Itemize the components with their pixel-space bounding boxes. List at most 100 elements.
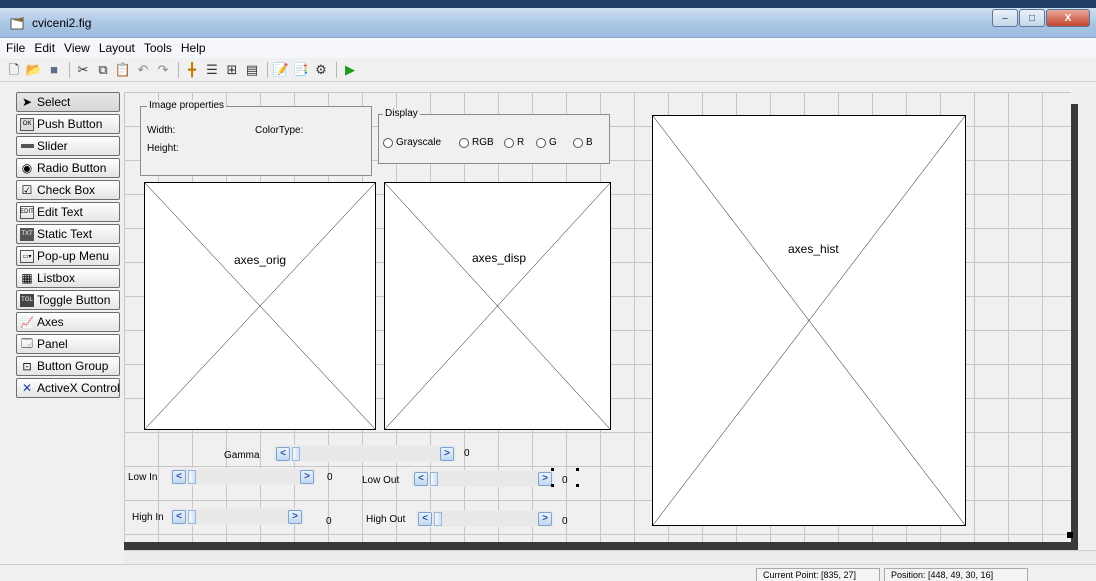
radio-b[interactable]: B: [573, 137, 593, 148]
palette-select[interactable]: ➤ Select: [16, 92, 120, 112]
menu-editor-icon[interactable]: ☰: [204, 62, 220, 78]
slider-thumb[interactable]: [292, 447, 300, 461]
listbox-icon: ▦: [21, 271, 33, 285]
tab-order-icon[interactable]: ⊞: [224, 62, 240, 78]
toolbar-separator: [178, 61, 179, 78]
image-properties-panel[interactable]: Image properties Width: ColorType: Heigh…: [140, 100, 372, 176]
chevron-right-icon[interactable]: >: [300, 470, 314, 484]
chevron-left-icon[interactable]: <: [172, 510, 186, 524]
paste-icon[interactable]: 📋: [115, 62, 131, 78]
menu-file[interactable]: File: [6, 41, 25, 55]
low-in-value: 0: [327, 472, 333, 483]
low-out-slider[interactable]: < >: [412, 470, 554, 487]
axes-disp[interactable]: axes_disp: [384, 182, 611, 430]
run-icon[interactable]: ▶: [342, 62, 358, 78]
palette-activex-control[interactable]: ✕ ActiveX Control: [16, 378, 120, 398]
chevron-right-icon[interactable]: >: [288, 510, 302, 524]
property-inspector-icon[interactable]: 📑: [293, 62, 309, 78]
selection-handle[interactable]: [576, 484, 579, 487]
palette-radio-button[interactable]: ◉ Radio Button: [16, 158, 120, 178]
chevron-left-icon[interactable]: <: [414, 472, 428, 486]
radio-rgb[interactable]: RGB: [459, 137, 494, 148]
low-in-slider[interactable]: < >: [170, 468, 316, 485]
high-in-value: 0: [326, 516, 332, 527]
chevron-right-icon[interactable]: >: [440, 447, 454, 461]
menu-bar: File Edit View Layout Tools Help: [0, 38, 1096, 58]
position-field: Position: [448, 49, 30, 16]: [884, 568, 1028, 581]
slider-thumb[interactable]: [430, 472, 438, 486]
palette-label: Listbox: [37, 271, 76, 285]
palette-check-box[interactable]: ☑ Check Box: [16, 180, 120, 200]
palette-label: Axes: [37, 315, 64, 329]
palette-slider[interactable]: Slider: [16, 136, 120, 156]
undo-icon[interactable]: ↶: [135, 62, 151, 78]
radio-label: G: [549, 137, 557, 148]
menu-edit[interactable]: Edit: [34, 41, 55, 55]
save-icon[interactable]: ■: [46, 62, 62, 78]
minimize-button[interactable]: –: [992, 9, 1018, 27]
slider-thumb[interactable]: [188, 470, 196, 484]
radio-r[interactable]: R: [504, 137, 524, 148]
copy-icon[interactable]: ⧉: [95, 62, 111, 78]
align-objects-icon[interactable]: ╋: [184, 62, 200, 78]
m-file-editor-icon[interactable]: 📝: [273, 62, 289, 78]
chevron-left-icon[interactable]: <: [276, 447, 290, 461]
radio-g[interactable]: G: [536, 137, 557, 148]
placeholder-cross: [145, 183, 375, 429]
toggle-button-icon: TGL: [20, 293, 34, 307]
palette-static-text[interactable]: TXT Static Text: [16, 224, 120, 244]
static-text-icon: TXT: [20, 227, 34, 241]
gamma-slider[interactable]: < >: [274, 445, 456, 462]
menu-layout[interactable]: Layout: [99, 41, 135, 55]
open-folder-icon[interactable]: 📂: [26, 62, 42, 78]
chevron-left-icon[interactable]: <: [172, 470, 186, 484]
high-out-slider[interactable]: < >: [416, 510, 554, 527]
slider-thumb[interactable]: [188, 510, 196, 524]
redo-icon[interactable]: ↷: [155, 62, 171, 78]
palette-toggle-button[interactable]: TGL Toggle Button: [16, 290, 120, 310]
push-button-icon: OK: [20, 117, 34, 131]
palette-panel[interactable]: 🗔 Panel: [16, 334, 120, 354]
toolbar-editor-icon[interactable]: ▤: [244, 62, 260, 78]
palette-label: Slider: [37, 139, 68, 153]
radio-circle: [504, 137, 514, 148]
high-in-slider[interactable]: < >: [170, 508, 304, 525]
palette-popup-menu[interactable]: ▭▾ Pop-up Menu: [16, 246, 120, 266]
cut-icon[interactable]: ✂: [75, 62, 91, 78]
popup-menu-icon: ▭▾: [20, 249, 34, 263]
status-bar: Current Point: [835, 27] Position: [448,…: [0, 564, 1096, 581]
vertical-scrollbar[interactable]: [1071, 92, 1096, 548]
placeholder-cross: [385, 183, 610, 429]
palette-button-group[interactable]: ⊡ Button Group: [16, 356, 120, 376]
toolbar-separator: [336, 61, 337, 78]
palette-edit-text[interactable]: EDIT Edit Text: [16, 202, 120, 222]
chevron-right-icon[interactable]: >: [538, 512, 552, 526]
high-out-label: High Out: [366, 514, 406, 525]
palette-axes[interactable]: 📈 Axes: [16, 312, 120, 332]
chevron-right-icon[interactable]: >: [538, 472, 552, 486]
selection-handle[interactable]: [576, 468, 579, 471]
radio-grayscale[interactable]: Grayscale: [383, 137, 441, 148]
selection-handle[interactable]: [551, 468, 554, 471]
axes-hist[interactable]: axes_hist: [652, 115, 966, 526]
toolbar: 🗋 📂 ■ ✂ ⧉ 📋 ↶ ↷ ╋ ☰ ⊞ ▤ 📝 📑 ⚙ ▶: [0, 58, 1096, 82]
maximize-button[interactable]: □: [1019, 9, 1045, 27]
slider-thumb[interactable]: [434, 512, 442, 526]
chevron-left-icon[interactable]: <: [418, 512, 432, 526]
palette-push-button[interactable]: OK Push Button: [16, 114, 120, 134]
menu-tools[interactable]: Tools: [144, 41, 172, 55]
menu-help[interactable]: Help: [181, 41, 206, 55]
object-browser-icon[interactable]: ⚙: [313, 62, 329, 78]
palette-listbox[interactable]: ▦ Listbox: [16, 268, 120, 288]
layout-canvas[interactable]: Image properties Width: ColorType: Heigh…: [124, 92, 1071, 542]
toolbar-separator: [69, 61, 70, 78]
close-button[interactable]: X: [1046, 9, 1090, 27]
radio-circle: [536, 137, 546, 148]
new-file-icon[interactable]: 🗋: [6, 62, 22, 78]
axes-icon: 📈: [20, 316, 34, 329]
menu-view[interactable]: View: [64, 41, 90, 55]
display-button-group[interactable]: Display Grayscale RGB R G B: [378, 108, 610, 164]
axes-orig[interactable]: axes_orig: [144, 182, 376, 430]
canvas-resize-handle[interactable]: [1067, 532, 1073, 538]
selection-handle[interactable]: [551, 484, 554, 487]
